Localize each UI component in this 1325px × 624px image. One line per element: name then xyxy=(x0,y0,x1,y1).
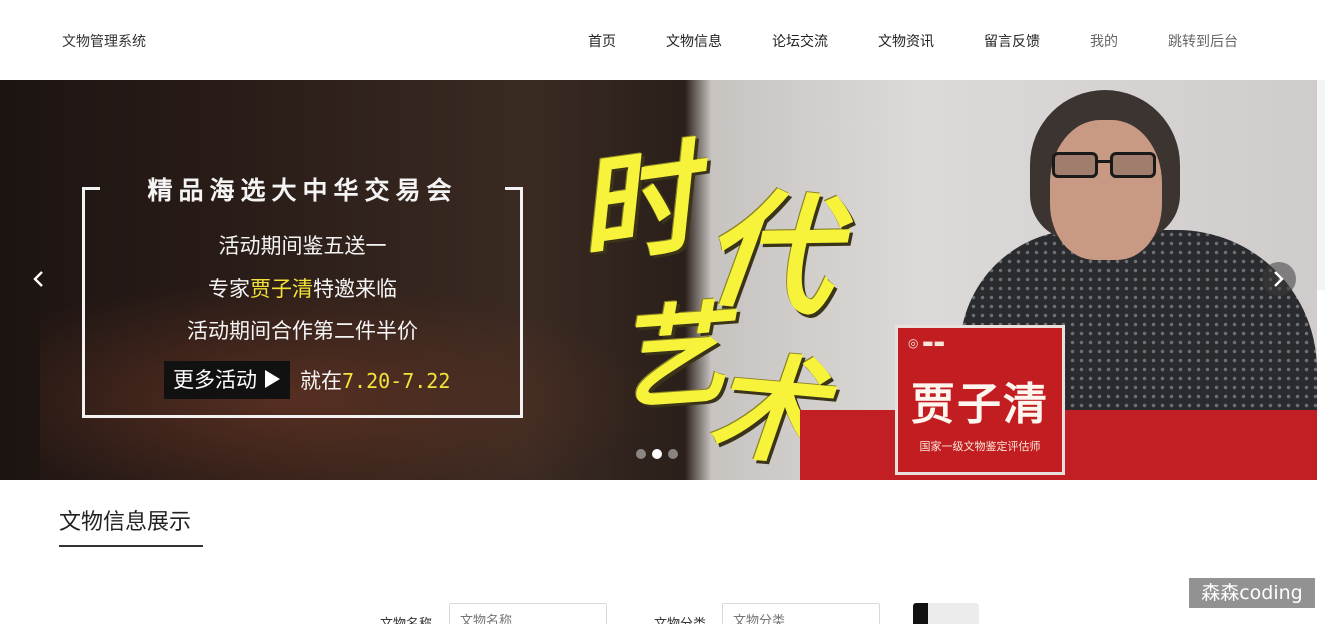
banner-carousel[interactable]: 精品海选大中华交易会 活动期间鉴五送一 专家贾子清特邀来临 活动期间合作第二件半… xyxy=(0,80,1317,480)
section-title-underline xyxy=(59,545,203,547)
promo-date-prefix: 就在 xyxy=(300,369,342,393)
placard-logo-icon: ◎ ▬▬ xyxy=(908,336,945,350)
nav-item-feedback[interactable]: 留言反馈 xyxy=(984,31,1040,51)
nav-item-news[interactable]: 文物资讯 xyxy=(878,31,934,51)
nav-item-home[interactable]: 首页 xyxy=(588,31,616,51)
carousel-edge xyxy=(1317,80,1325,290)
promo-title: 精品海选大中华交易会 xyxy=(147,176,458,205)
promo-frame-corner-left xyxy=(82,187,100,190)
promo-more-row: 更多活动 就在7.20-7.22 xyxy=(164,361,450,399)
promo-line-2-prefix: 专家 xyxy=(208,277,250,301)
carousel-dot-3[interactable] xyxy=(668,449,678,459)
name-placard: ◎ ▬▬ 贾子清 国家一级文物鉴定评估师 xyxy=(895,325,1065,475)
section-title: 文物信息展示 xyxy=(59,510,192,535)
carousel-prev-button[interactable] xyxy=(21,262,55,296)
nav-item-mine[interactable]: 我的 xyxy=(1090,31,1118,51)
promo-line-1: 活动期间鉴五送一 xyxy=(218,234,387,258)
relic-name-input[interactable] xyxy=(449,603,607,624)
carousel-dot-1[interactable] xyxy=(636,449,646,459)
nav-item-relic-info[interactable]: 文物信息 xyxy=(666,31,722,51)
search-label-name: 文物名称 xyxy=(380,613,432,624)
chevron-left-icon xyxy=(33,271,43,287)
more-activities-button[interactable]: 更多活动 xyxy=(164,361,290,399)
main-nav: 首页 文物信息 论坛交流 文物资讯 留言反馈 我的 跳转到后台 xyxy=(538,31,1238,51)
placard-title: 国家一级文物鉴定评估师 xyxy=(919,440,1041,453)
carousel-next-button[interactable] xyxy=(1262,262,1296,296)
promo-line-3: 活动期间合作第二件半价 xyxy=(187,319,418,343)
portrait-face xyxy=(1050,120,1162,260)
search-label-category: 文物分类 xyxy=(654,613,706,624)
promo-line-2-suffix: 特邀来临 xyxy=(313,277,397,301)
promo-expert-name: 贾子清 xyxy=(250,277,313,301)
brand-logo-text[interactable]: 文物管理系统 xyxy=(62,31,146,51)
chevron-right-icon xyxy=(1274,271,1284,287)
nav-item-forum[interactable]: 论坛交流 xyxy=(772,31,828,51)
carousel-dot-2[interactable] xyxy=(652,449,662,459)
promo-frame-corner-right xyxy=(505,187,523,190)
watermark-badge: 森森coding xyxy=(1189,578,1315,608)
nav-item-admin[interactable]: 跳转到后台 xyxy=(1168,31,1238,51)
more-activities-label: 更多活动 xyxy=(173,368,257,392)
carousel-indicators xyxy=(636,449,678,459)
promo-date: 就在7.20-7.22 xyxy=(300,365,450,395)
play-arrow-icon xyxy=(265,370,280,388)
blurred-region xyxy=(928,560,1188,624)
promo-line-2: 专家贾子清特邀来临 xyxy=(82,273,523,303)
promo-date-range: 7.20-7.22 xyxy=(342,369,451,393)
placard-name: 贾子清 xyxy=(911,379,1049,430)
glasses-icon xyxy=(1052,152,1162,180)
top-header: 文物管理系统 首页 文物信息 论坛交流 文物资讯 留言反馈 我的 跳转到后台 xyxy=(0,0,1325,80)
relic-category-input[interactable] xyxy=(722,603,880,624)
calligraphy-char-1: 时 xyxy=(567,127,706,284)
